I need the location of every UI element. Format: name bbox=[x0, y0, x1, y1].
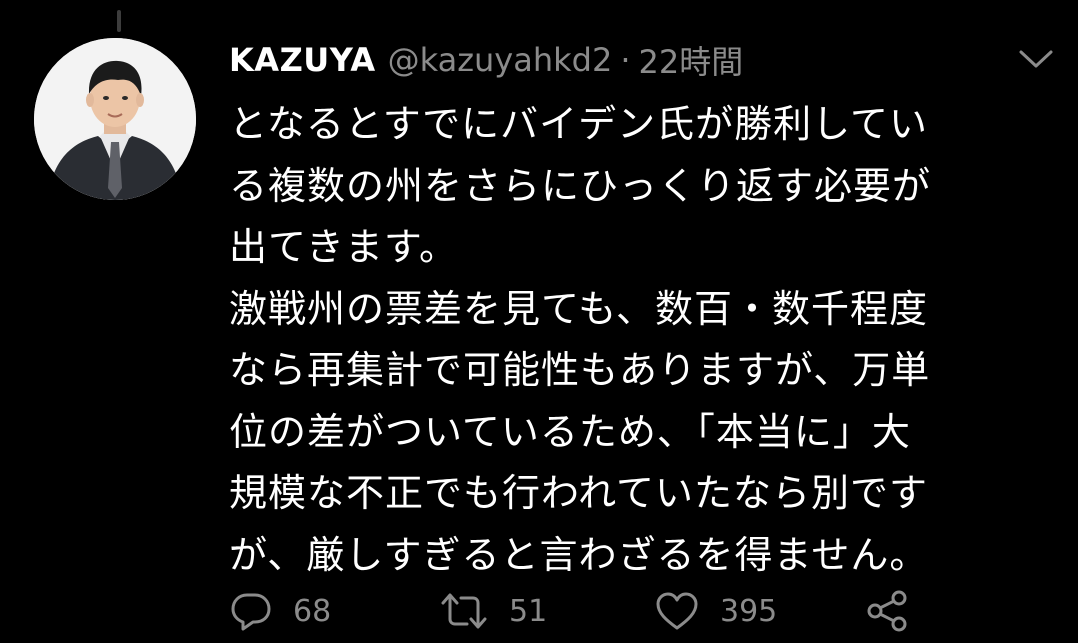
retweet-icon bbox=[441, 593, 487, 629]
avatar[interactable] bbox=[34, 38, 196, 200]
timestamp[interactable]: 22時間 bbox=[638, 37, 743, 83]
retweet-count: 51 bbox=[509, 593, 548, 629]
share-icon bbox=[867, 590, 907, 632]
tweet: KAZUYA @kazuyahkd2 · 22時間 となるとすでにバイデン氏が勝… bbox=[229, 32, 1059, 586]
tweet-text-line: なら再集計で可能性もありますが、万単 bbox=[229, 348, 931, 392]
like-button[interactable]: 395 bbox=[654, 586, 777, 636]
share-button[interactable] bbox=[864, 586, 912, 636]
thread-connector-line bbox=[117, 10, 121, 32]
tweet-text: となるとすでにバイデン氏が勝利してい る複数の州をさらにひっくり返す必要が 出て… bbox=[229, 94, 1059, 586]
heart-icon bbox=[656, 592, 698, 630]
user-handle[interactable]: @kazuyahkd2 bbox=[388, 41, 613, 79]
avatar-image bbox=[34, 38, 196, 200]
tweet-text-line: 出てきます。 bbox=[229, 225, 459, 269]
tweet-text-line: 位の差がついているため、「本当に」大 bbox=[229, 409, 911, 454]
tweet-header: KAZUYA @kazuyahkd2 · 22時間 bbox=[229, 32, 1059, 88]
reply-count: 68 bbox=[293, 593, 332, 629]
chevron-down-icon[interactable] bbox=[1013, 42, 1059, 76]
like-count: 395 bbox=[720, 593, 778, 629]
display-name[interactable]: KAZUYA bbox=[229, 41, 376, 79]
retweet-button[interactable]: 51 bbox=[439, 586, 547, 636]
tweet-text-line: が、厳しすぎると言わざるを得ません。 bbox=[229, 532, 929, 577]
separator-dot: · bbox=[620, 41, 631, 79]
tweet-text-line: る複数の州をさらにひっくり返す必要が bbox=[229, 163, 932, 208]
tweet-actions: 68 51 395 bbox=[229, 586, 1059, 636]
tweet-text-line: 規模な不正でも行われていたなら別です bbox=[229, 471, 928, 515]
tweet-text-line: 激戦州の票差を見ても、数百・数千程度 bbox=[229, 286, 928, 331]
reply-icon bbox=[231, 593, 271, 631]
reply-button[interactable]: 68 bbox=[229, 586, 331, 636]
tweet-text-line: となるとすでにバイデン氏が勝利してい bbox=[229, 102, 928, 146]
